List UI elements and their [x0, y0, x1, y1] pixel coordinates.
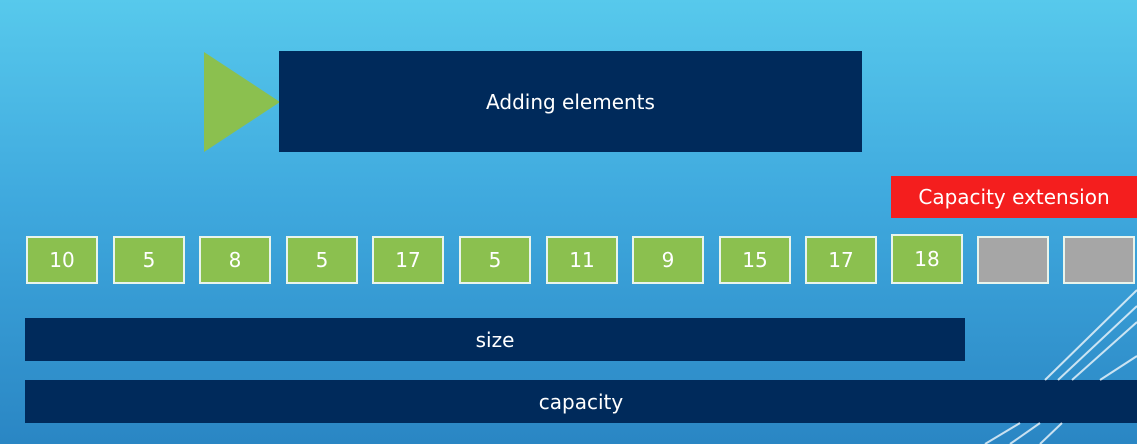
empty-cell [1063, 236, 1135, 284]
capacity-extension-label: Capacity extension [891, 176, 1137, 218]
capacity-extension-text: Capacity extension [918, 185, 1110, 209]
array-cell: 5 [286, 236, 358, 284]
capacity-label: capacity [538, 389, 624, 414]
array-cell: 9 [632, 236, 704, 284]
empty-cell [977, 236, 1049, 284]
capacity-bar: capacity [25, 380, 1137, 423]
size-label: size [475, 327, 515, 352]
size-bar: size [25, 318, 965, 361]
array-cell: 10 [26, 236, 98, 284]
array-cell: 17 [805, 236, 877, 284]
array-cell: 11 [546, 236, 618, 284]
title-text: Adding elements [486, 89, 655, 114]
title-box: Adding elements [279, 51, 862, 152]
array-cell: 18 [891, 234, 963, 284]
array-cell: 5 [459, 236, 531, 284]
array-cell: 8 [199, 236, 271, 284]
play-arrow-icon [204, 52, 280, 152]
array-cell: 5 [113, 236, 185, 284]
array-cell: 17 [372, 236, 444, 284]
array-cell: 15 [719, 236, 791, 284]
